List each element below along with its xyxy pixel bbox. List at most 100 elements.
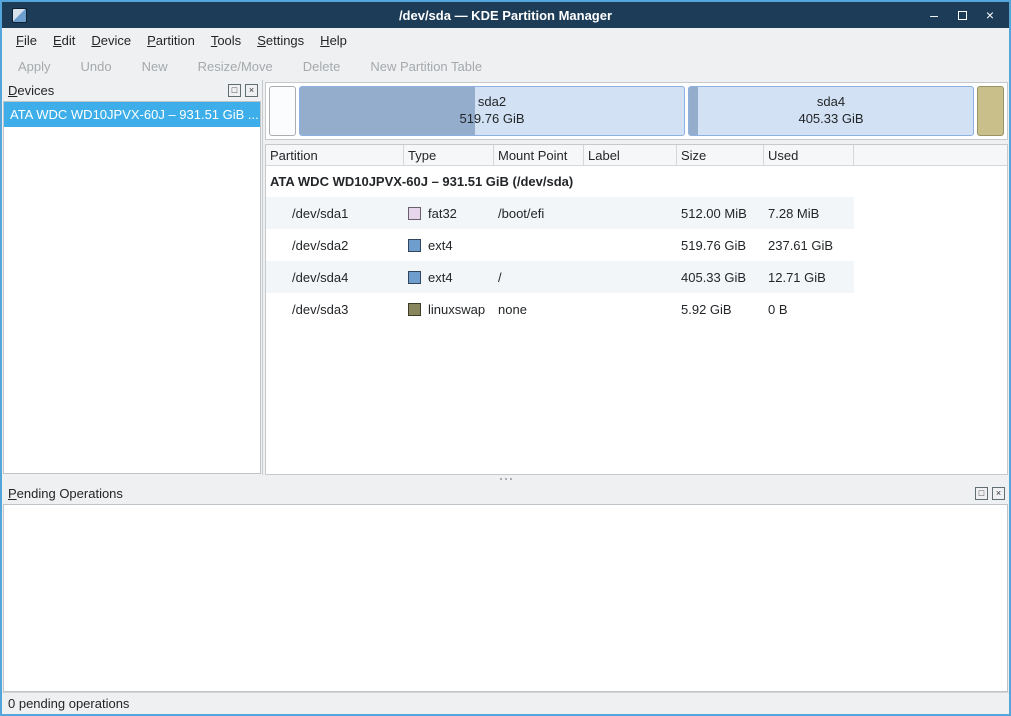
devices-panel: Devices □ × ATA WDC WD10JPVX-60J – 931.5… xyxy=(2,80,263,475)
float-icon: □ xyxy=(232,86,237,95)
pending-operations-title: Pending Operations xyxy=(8,486,123,501)
cell-used: 237.61 GiB xyxy=(764,238,854,253)
undo-button[interactable]: Undo xyxy=(81,59,112,74)
resize-move-button[interactable]: Resize/Move xyxy=(198,59,273,74)
cell-type: ext4 xyxy=(404,270,494,285)
window-controls: – × xyxy=(925,6,999,24)
table-row[interactable]: /dev/sda4 ext4 / 405.33 GiB 12.71 GiB xyxy=(266,261,854,293)
devices-close-button[interactable]: × xyxy=(245,84,258,97)
used-space-indicator xyxy=(300,87,475,135)
cell-type: linuxswap xyxy=(404,302,494,317)
float-icon: □ xyxy=(979,489,984,498)
cell-mount-point: /boot/efi xyxy=(494,206,584,221)
column-header-size[interactable]: Size xyxy=(677,145,764,165)
column-header-type[interactable]: Type xyxy=(404,145,494,165)
column-header-filler xyxy=(854,145,1007,165)
cell-partition: /dev/sda3 xyxy=(266,302,404,317)
menu-help[interactable]: Help xyxy=(312,30,355,51)
minimize-icon: – xyxy=(930,8,938,22)
partition-segment-sda4[interactable]: sda4 405.33 GiB xyxy=(688,86,974,136)
filesystem-color-icon xyxy=(408,303,421,316)
column-header-used[interactable]: Used xyxy=(764,145,854,165)
cell-type: fat32 xyxy=(404,206,494,221)
cell-size: 5.92 GiB xyxy=(677,302,764,317)
cell-size: 512.00 MiB xyxy=(677,206,764,221)
partition-size: 405.33 GiB xyxy=(798,111,863,128)
partition-segment-sda1[interactable] xyxy=(269,86,296,136)
menu-edit[interactable]: Edit xyxy=(45,30,83,51)
cell-partition: /dev/sda2 xyxy=(266,238,404,253)
pending-operations-list xyxy=(3,504,1008,692)
close-button[interactable]: × xyxy=(981,6,999,24)
partition-segment-sda3[interactable] xyxy=(977,86,1004,136)
filesystem-color-icon xyxy=(408,207,421,220)
titlebar: /dev/sda — KDE Partition Manager – × xyxy=(2,2,1009,28)
new-partition-table-button[interactable]: New Partition Table xyxy=(370,59,482,74)
column-header-mount-point[interactable]: Mount Point xyxy=(494,145,584,165)
partition-bar: sda2 519.76 GiB sda4 405.33 GiB xyxy=(265,82,1008,140)
menu-partition[interactable]: Partition xyxy=(139,30,203,51)
partition-segment-label: sda4 405.33 GiB xyxy=(798,94,863,128)
cell-type: ext4 xyxy=(404,238,494,253)
menu-tools[interactable]: Tools xyxy=(203,30,249,51)
table-row[interactable]: /dev/sda2 ext4 519.76 GiB 237.61 GiB xyxy=(266,229,854,261)
minimize-button[interactable]: – xyxy=(925,6,943,24)
apply-button[interactable]: Apply xyxy=(18,59,51,74)
cell-partition: /dev/sda1 xyxy=(266,206,404,221)
menu-settings[interactable]: Settings xyxy=(249,30,312,51)
app-icon[interactable] xyxy=(12,8,27,23)
new-button[interactable]: New xyxy=(142,59,168,74)
restore-icon xyxy=(958,11,967,20)
splitter-handle-icon xyxy=(500,478,502,480)
right-pane: sda2 519.76 GiB sda4 405.33 GiB Partitio… xyxy=(263,80,1009,475)
filesystem-type: ext4 xyxy=(428,238,453,253)
main-area: Devices □ × ATA WDC WD10JPVX-60J – 931.5… xyxy=(2,80,1009,475)
horizontal-splitter[interactable] xyxy=(2,475,1009,483)
table-row[interactable]: /dev/sda3 linuxswap none 5.92 GiB 0 B xyxy=(266,293,854,325)
restore-button[interactable] xyxy=(953,6,971,24)
table-header: Partition Type Mount Point Label Size Us… xyxy=(266,145,1007,166)
devices-list: ATA WDC WD10JPVX-60J – 931.51 GiB ... xyxy=(3,101,261,474)
cell-used: 0 B xyxy=(764,302,854,317)
filesystem-color-icon xyxy=(408,271,421,284)
close-icon: × xyxy=(249,86,254,95)
close-icon: × xyxy=(996,489,1001,498)
toolbar: Apply Undo New Resize/Move Delete New Pa… xyxy=(2,52,1009,80)
statusbar: 0 pending operations xyxy=(2,692,1009,714)
menubar: File Edit Device Partition Tools Setting… xyxy=(2,28,1009,52)
partition-segment-label: sda2 519.76 GiB xyxy=(459,94,524,128)
cell-mount-point: / xyxy=(494,270,584,285)
table-body: ATA WDC WD10JPVX-60J – 931.51 GiB (/dev/… xyxy=(266,166,854,325)
partition-name: sda2 xyxy=(459,94,524,111)
cell-used: 7.28 MiB xyxy=(764,206,854,221)
devices-float-button[interactable]: □ xyxy=(228,84,241,97)
cell-mount-point: none xyxy=(494,302,584,317)
close-icon: × xyxy=(986,8,994,22)
delete-button[interactable]: Delete xyxy=(303,59,341,74)
pending-close-button[interactable]: × xyxy=(992,487,1005,500)
devices-panel-title: Devices xyxy=(8,83,54,98)
column-header-label[interactable]: Label xyxy=(584,145,677,165)
filesystem-type: fat32 xyxy=(428,206,457,221)
partition-segment-sda2[interactable]: sda2 519.76 GiB xyxy=(299,86,685,136)
used-space-indicator xyxy=(689,87,698,135)
filesystem-type: ext4 xyxy=(428,270,453,285)
partition-table: Partition Type Mount Point Label Size Us… xyxy=(265,144,1008,475)
partition-name: sda4 xyxy=(798,94,863,111)
pending-operations-count: 0 pending operations xyxy=(8,696,129,711)
device-group-row[interactable]: ATA WDC WD10JPVX-60J – 931.51 GiB (/dev/… xyxy=(266,166,854,197)
menu-device[interactable]: Device xyxy=(83,30,139,51)
menu-file[interactable]: File xyxy=(8,30,45,51)
partition-size: 519.76 GiB xyxy=(459,111,524,128)
filesystem-color-icon xyxy=(408,239,421,252)
devices-panel-header: Devices □ × xyxy=(2,80,262,101)
cell-used: 12.71 GiB xyxy=(764,270,854,285)
column-header-partition[interactable]: Partition xyxy=(266,145,404,165)
pending-float-button[interactable]: □ xyxy=(975,487,988,500)
cell-size: 405.33 GiB xyxy=(677,270,764,285)
device-item[interactable]: ATA WDC WD10JPVX-60J – 931.51 GiB ... xyxy=(4,102,260,127)
pending-operations-header: Pending Operations □ × xyxy=(2,483,1009,504)
filesystem-type: linuxswap xyxy=(428,302,485,317)
cell-partition: /dev/sda4 xyxy=(266,270,404,285)
table-row[interactable]: /dev/sda1 fat32 /boot/efi 512.00 MiB 7.2… xyxy=(266,197,854,229)
